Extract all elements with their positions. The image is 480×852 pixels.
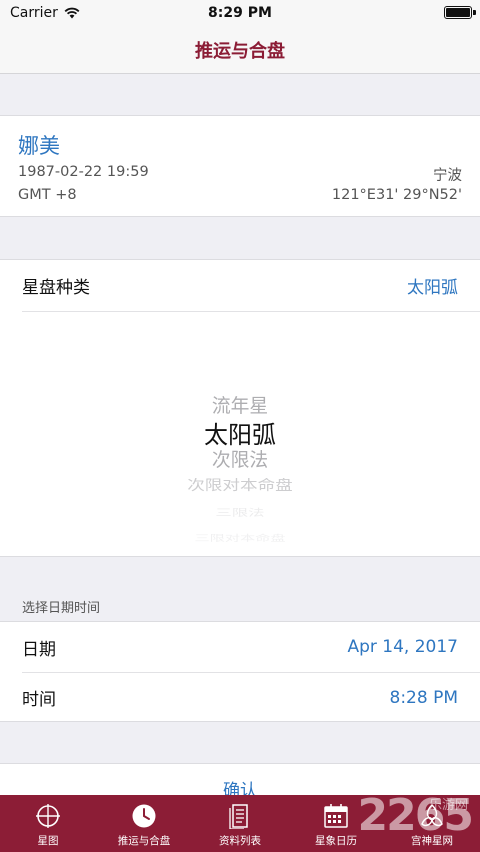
date-row[interactable]: 日期 Apr 14, 2017	[22, 622, 480, 672]
profile-name: 娜美	[18, 134, 60, 158]
tab-label: 星象日历	[315, 835, 357, 847]
profile-row-birth: 1987-02-22 19:59 宁波	[18, 164, 462, 185]
clock-icon	[130, 802, 158, 830]
triquetra-icon	[418, 802, 446, 830]
document-list-icon	[226, 802, 254, 830]
profile-coords: 121°E31' 29°N52'	[331, 187, 462, 203]
carrier-info: Carrier	[10, 5, 80, 21]
chart-type-value: 太阳弧	[407, 278, 458, 298]
tab-label: 资料列表	[219, 835, 261, 847]
tab-star-chart[interactable]: 星图	[0, 795, 96, 852]
tab-gongshen-web[interactable]: 宫神星网	[384, 795, 480, 852]
time-label: 时间	[22, 690, 56, 710]
wifi-icon	[64, 7, 80, 19]
tab-label: 宫神星网	[411, 835, 453, 847]
datetime-section: 日期 Apr 14, 2017 时间 8:28 PM	[0, 621, 480, 722]
picker-option[interactable]: 次限对本命盘	[0, 479, 480, 494]
page-title: 推运与合盘	[195, 40, 285, 62]
chart-type-label: 星盘种类	[22, 278, 90, 298]
time-value: 8:28 PM	[389, 687, 459, 708]
profile-timezone: GMT +8	[18, 187, 77, 203]
tab-label: 推运与合盘	[117, 835, 171, 847]
picker-option[interactable]: 流年星	[0, 397, 480, 417]
chart-type-row[interactable]: 星盘种类 太阳弧	[22, 260, 480, 312]
profile-datetime: 1987-02-22 19:59	[18, 164, 149, 180]
carrier-label: Carrier	[10, 5, 58, 21]
tab-astro-calendar[interactable]: 星象日历	[288, 795, 384, 852]
picker-option-selected[interactable]: 太阳弧	[0, 423, 480, 447]
tab-bar: 星图 推运与合盘 资料列表 星象日历 宫神星网	[0, 795, 480, 852]
picker-option[interactable]: 三限对本命盘	[0, 534, 480, 543]
tab-label: 星图	[37, 835, 59, 847]
battery-icon	[444, 6, 476, 19]
time-row[interactable]: 时间 8:28 PM	[22, 672, 480, 722]
profile-card[interactable]: 娜美 1987-02-22 19:59 宁波 GMT +8 121°E31' 2…	[0, 115, 480, 217]
chart-type-section: 星盘种类 太阳弧 流年星 太阳弧 次限法 次限对本命盘 三限法 三限对本命盘	[0, 259, 480, 557]
picker-option[interactable]: 次限法	[0, 451, 480, 471]
tab-transit-synastry[interactable]: 推运与合盘	[96, 795, 192, 852]
date-value: Apr 14, 2017	[347, 637, 458, 657]
crosshair-circle-icon	[34, 802, 62, 830]
navigation-bar: 推运与合盘	[0, 26, 480, 74]
calendar-icon	[322, 802, 350, 830]
profile-place: 宁波	[433, 168, 462, 184]
profile-row-location: GMT +8 121°E31' 29°N52'	[18, 187, 462, 203]
datetime-section-header: 选择日期时间	[22, 601, 101, 616]
status-bar: Carrier 8:29 PM	[0, 0, 480, 26]
tab-profile-list[interactable]: 资料列表	[192, 795, 288, 852]
picker-option[interactable]: 三限法	[0, 508, 480, 518]
chart-type-picker[interactable]: 流年星太阳弧次限法次限对本命盘三限法三限对本命盘	[0, 312, 480, 558]
date-label: 日期	[22, 639, 56, 660]
